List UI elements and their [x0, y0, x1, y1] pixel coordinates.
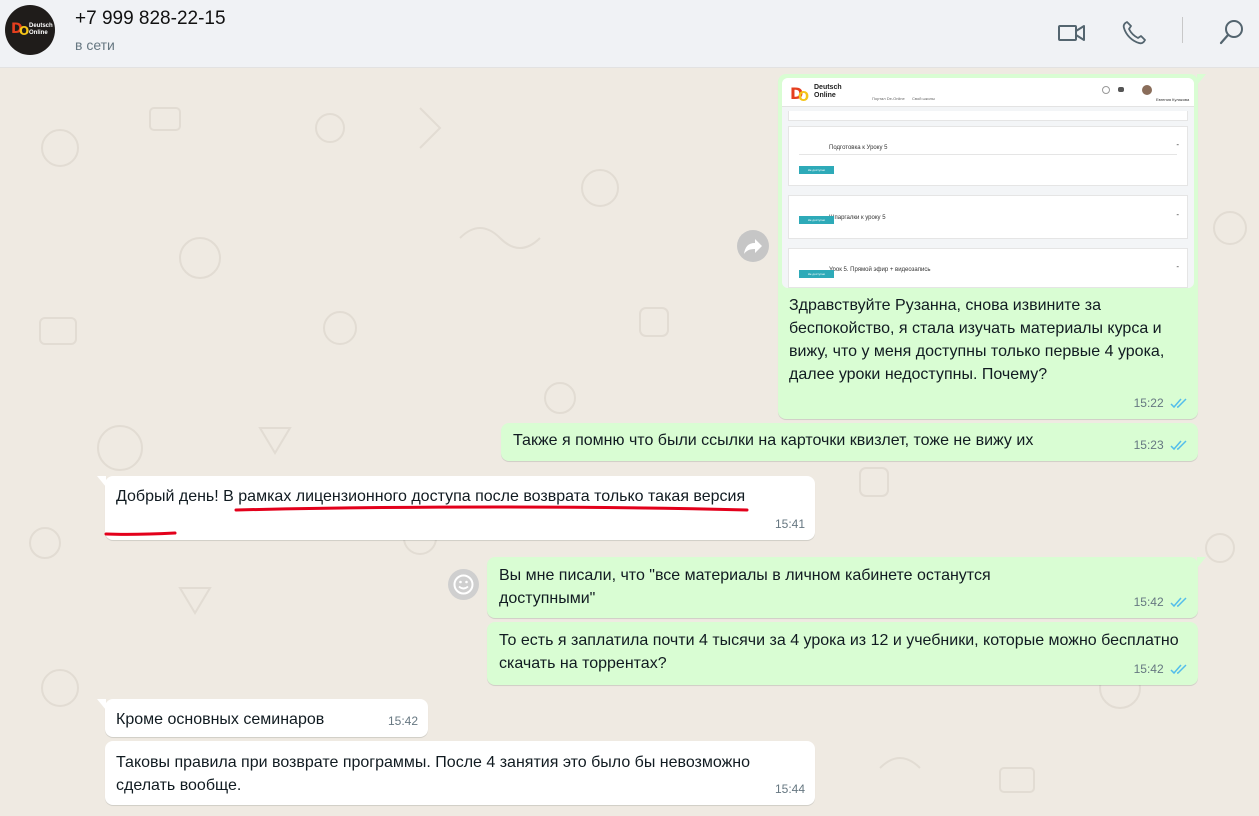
forward-icon [744, 239, 762, 254]
message-time: 15:41 [774, 517, 805, 531]
preview-logo-line2: Online [814, 92, 836, 99]
message-image-preview[interactable]: D O Deutsch Online Портал De-Online Свой… [782, 78, 1194, 288]
read-ticks-icon [1170, 664, 1187, 675]
message-time: 15:42 [1133, 662, 1164, 676]
preview-user-avatar [1142, 85, 1152, 95]
phone-icon[interactable] [1119, 18, 1149, 48]
preview-card-button: Не доступно [799, 166, 834, 174]
preview-card-title: Подготовка к Уроку 5 [829, 145, 888, 151]
read-ticks-icon [1170, 398, 1187, 409]
message-text: Вы мне писали, что "все материалы в личн… [499, 567, 991, 607]
message-bubble[interactable]: То есть я заплатила почти 4 тысячи за 4 … [487, 622, 1198, 685]
message-meta: 15:22 [1134, 392, 1188, 415]
preview-card: Урок 5. Прямой эфир + видеозапись - Не д… [788, 248, 1188, 288]
avatar[interactable]: DO Deutsch Online [5, 5, 55, 55]
message-text: Также я помню что были ссылки на карточк… [513, 432, 1034, 449]
message-text: Таковы правила при возврате программы. П… [116, 754, 751, 794]
message-meta: 15:42 [388, 710, 418, 733]
header-divider [1182, 17, 1183, 43]
message-bubble[interactable]: Вы мне писали, что "все материалы в личн… [487, 557, 1206, 618]
video-call-icon[interactable] [1057, 18, 1087, 48]
read-ticks-icon [1170, 597, 1187, 608]
message-text: Здравствуйте Рузанна, снова извините за … [789, 297, 1165, 383]
search-icon[interactable] [1217, 18, 1247, 48]
preview-card: Подготовка к Уроку 5 - Не доступно [788, 126, 1188, 186]
preview-card-title: Шпаргалки к уроку 5 [829, 215, 886, 221]
emoji-reaction-button[interactable] [448, 569, 479, 600]
preview-logo-line1: Deutsch [814, 84, 842, 91]
smiley-icon [453, 574, 474, 595]
preview-chat-icon [1118, 87, 1124, 92]
message-bubble[interactable]: Таковы правила при возврате программы. П… [105, 741, 815, 805]
message-time: 15:22 [1133, 396, 1164, 410]
message-meta: 15:42 [1134, 658, 1188, 681]
message-time: 15:23 [1133, 438, 1164, 452]
message-time: 15:42 [1133, 595, 1164, 609]
annotation-underline [104, 505, 749, 536]
message-bubble[interactable]: Также я помню что были ссылки на карточк… [501, 423, 1198, 461]
message-meta: 15:42 [1134, 591, 1188, 614]
chat-area[interactable]: D O Deutsch Online Портал De-Online Свой… [0, 68, 1259, 816]
message-meta: 15:23 [1134, 434, 1188, 457]
message-text: Кроме основных семинаров [116, 711, 325, 728]
forward-button[interactable] [737, 230, 769, 262]
preview-card-title: Урок 5. Прямой эфир + видеозапись [829, 267, 931, 273]
chat-header: DO Deutsch Online +7 999 828-22-15 в сет… [0, 0, 1259, 68]
read-ticks-icon [1170, 440, 1187, 451]
message-bubble[interactable]: Кроме основных семинаров 15:42 [97, 699, 428, 737]
message-text: То есть я заплатила почти 4 тысячи за 4 … [499, 632, 1179, 672]
preview-card: Шпаргалки к уроку 5 - Не доступно [788, 195, 1188, 239]
contact-status: в сети [75, 37, 115, 53]
preview-nav-item: Свой школы [912, 96, 935, 101]
preview-card-button: Не доступно [799, 216, 834, 224]
message-time: 15:44 [774, 782, 805, 796]
preview-user-name: Евгения Кулакова [1156, 97, 1190, 102]
preview-nav-item: Портал De-Online [872, 96, 905, 101]
contact-name[interactable]: +7 999 828-22-15 [75, 8, 226, 30]
preview-search-icon [1102, 86, 1110, 94]
message-time: 15:42 [387, 714, 418, 728]
message-bubble-image[interactable]: D O Deutsch Online Портал De-Online Свой… [778, 74, 1206, 419]
avatar-logo-text: Deutsch Online [29, 23, 53, 36]
message-meta: 15:44 [775, 778, 805, 801]
preview-card-button: Не доступно [799, 270, 834, 278]
message-meta: 15:41 [775, 513, 805, 536]
